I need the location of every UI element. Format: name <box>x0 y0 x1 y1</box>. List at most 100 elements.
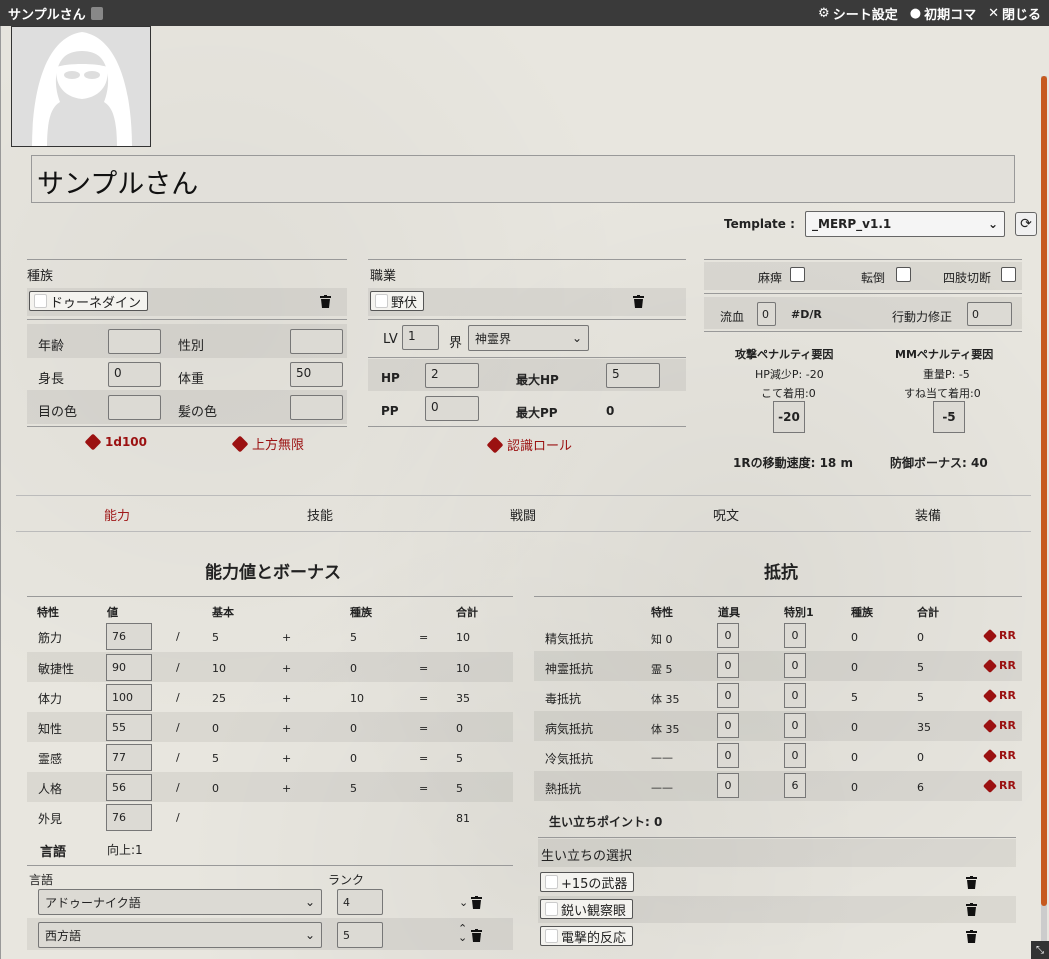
background-item-button[interactable]: +15の武器 <box>540 872 635 892</box>
refresh-template-button[interactable]: ⟳ <box>1015 212 1037 236</box>
fall-checkbox[interactable] <box>896 267 911 282</box>
dice-icon <box>486 436 504 453</box>
level-input[interactable]: 1 <box>402 325 439 350</box>
tab-equipment[interactable]: 装備 <box>915 505 941 524</box>
resistance-roll-button[interactable]: RR <box>982 688 1016 703</box>
template-select[interactable]: _MERP_v1.1 ⌄ <box>805 211 1005 237</box>
weight-penalty-text: 重量P: -5 <box>923 368 970 381</box>
trash-icon[interactable] <box>470 895 482 909</box>
ability-name: 筋力 <box>38 631 63 645</box>
resistance-roll-button[interactable]: RR <box>982 748 1016 763</box>
resistance-item-input[interactable]: 0 <box>717 773 739 798</box>
resistance-roll-button[interactable]: RR <box>982 628 1016 643</box>
ability-race: 0 <box>350 722 357 735</box>
trash-icon[interactable] <box>319 294 331 308</box>
tab-abilities[interactable]: 能力 <box>104 505 130 524</box>
resize-handle[interactable]: ⤡ <box>1031 941 1049 959</box>
resistance-roll-button[interactable]: RR <box>982 718 1016 733</box>
trash-icon[interactable] <box>965 875 977 889</box>
background-item-label: +15の武器 <box>561 876 628 892</box>
resistance-stat: 霊 5 <box>651 663 673 676</box>
roll-open-ended-button[interactable]: 上方無限 <box>231 434 304 453</box>
ability-plus: + <box>282 692 292 705</box>
resistance-race: 5 <box>851 691 858 704</box>
initial-token-label: 初期コマ <box>924 7 977 23</box>
bleed-input[interactable]: 0 <box>757 302 776 326</box>
language-select-2[interactable]: 西方語 ⌄ <box>38 922 322 948</box>
perception-roll-button[interactable]: 認識ロール <box>486 435 572 454</box>
resistance-special-input[interactable]: 0 <box>784 713 806 738</box>
ability-value-input[interactable]: 77 <box>106 744 152 771</box>
weight-input[interactable]: 50 <box>290 362 343 387</box>
resistance-roll-button[interactable]: RR <box>982 778 1016 793</box>
background-item-button[interactable]: 鋭い観察眼 <box>540 899 634 919</box>
trash-icon[interactable] <box>965 902 977 916</box>
sheet-settings-button[interactable]: ⚙ シート設定 <box>818 4 898 23</box>
resistance-race: 0 <box>851 781 858 794</box>
resistance-special-input[interactable]: 0 <box>784 743 806 768</box>
paralysis-checkbox[interactable] <box>790 267 805 282</box>
age-input[interactable] <box>108 329 161 354</box>
resistance-item-input[interactable]: 0 <box>717 683 739 708</box>
ability-value-input[interactable]: 76 <box>106 623 152 650</box>
profession-tag-button[interactable]: 野伏 <box>370 291 425 311</box>
language-select-1[interactable]: アドゥーナイク語 ⌄ <box>38 889 322 915</box>
amputation-checkbox[interactable] <box>1001 267 1016 282</box>
hp-input[interactable]: 2 <box>425 363 479 388</box>
gear-icon: ⚙ <box>818 5 830 21</box>
stepper-icon[interactable]: ⌄ <box>459 896 468 909</box>
gender-input[interactable] <box>290 329 343 354</box>
ability-race: 0 <box>350 662 357 675</box>
resistance-name: 精気抵抗 <box>545 632 594 646</box>
eye-color-input[interactable] <box>108 395 161 420</box>
trash-icon[interactable] <box>470 928 482 942</box>
roll-1d100-button[interactable]: 1d100 <box>84 433 147 451</box>
character-portrait[interactable] <box>11 26 151 147</box>
dice-icon <box>982 628 998 643</box>
resistance-special-input[interactable]: 0 <box>784 653 806 678</box>
scrollbar-thumb[interactable] <box>1041 76 1047 906</box>
abilities-header-total: 合計 <box>456 606 478 619</box>
language-rank-input-2[interactable]: 5 <box>337 922 383 948</box>
tab-skills[interactable]: 技能 <box>307 505 333 524</box>
height-input[interactable]: 0 <box>108 362 161 387</box>
race-tag-button[interactable]: ドゥーネダイン <box>29 291 149 311</box>
ability-value-input[interactable]: 76 <box>106 804 152 831</box>
initial-token-button[interactable]: ● 初期コマ <box>910 4 976 23</box>
language-rank-input-1[interactable]: 4 <box>337 889 383 915</box>
resistance-item-input[interactable]: 0 <box>717 713 739 738</box>
max-hp-label: 最大HP <box>516 373 559 387</box>
trash-icon[interactable] <box>632 294 644 308</box>
ability-slash: / <box>176 630 180 643</box>
trash-icon[interactable] <box>965 929 977 943</box>
ability-value-input[interactable]: 90 <box>106 654 152 681</box>
resistance-special-input[interactable]: 0 <box>784 683 806 708</box>
dice-icon <box>545 929 558 943</box>
background-item-button[interactable]: 電撃的反応 <box>540 926 634 946</box>
character-name-input[interactable]: サンプルさん <box>31 155 1015 203</box>
ability-value-input[interactable]: 55 <box>106 714 152 741</box>
hair-color-input[interactable] <box>290 395 343 420</box>
pp-input[interactable]: 0 <box>425 396 479 421</box>
ability-value-input[interactable]: 100 <box>106 684 152 711</box>
resistance-item-input[interactable]: 0 <box>717 653 739 678</box>
resistance-special-input[interactable]: 6 <box>784 773 806 798</box>
sheet-icon[interactable] <box>90 6 103 20</box>
stepper-icon[interactable]: ⌃ ⌄ <box>458 923 467 943</box>
ability-value-input[interactable]: 56 <box>106 774 152 801</box>
resistance-item-input[interactable]: 0 <box>717 743 739 768</box>
action-mod-input[interactable]: 0 <box>967 302 1012 326</box>
divider <box>704 293 1022 294</box>
abilities-header-value: 値 <box>107 606 118 619</box>
tab-spells[interactable]: 呪文 <box>713 505 739 524</box>
close-button[interactable]: ✕ 閉じる <box>988 4 1041 23</box>
res-header-race: 種族 <box>851 606 873 619</box>
scrollbar[interactable] <box>1041 76 1047 956</box>
realm-select[interactable]: 神霊界 ⌄ <box>468 325 589 351</box>
max-hp-input[interactable]: 5 <box>606 363 660 388</box>
resistance-special-input[interactable]: 0 <box>784 623 806 648</box>
tab-combat[interactable]: 戦闘 <box>510 505 536 524</box>
ability-row-band <box>27 712 513 742</box>
resistance-item-input[interactable]: 0 <box>717 623 739 648</box>
resistance-roll-button[interactable]: RR <box>982 658 1016 673</box>
